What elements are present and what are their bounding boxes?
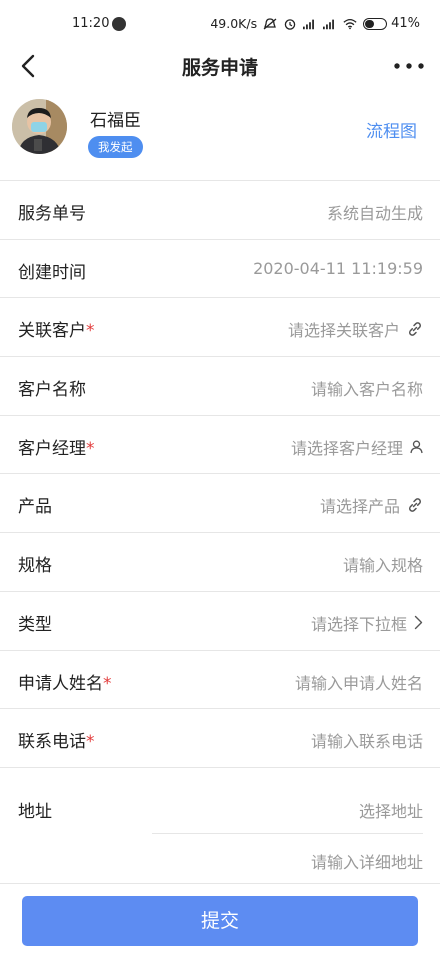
field-label: 客户名称 — [18, 380, 86, 401]
battery-percent: 41% — [391, 16, 420, 31]
required-mark: * — [86, 321, 95, 342]
link-icon — [409, 498, 421, 513]
specification-input[interactable]: 请输入规格 — [343, 552, 423, 576]
signal-hd-icon — [303, 19, 315, 29]
manager-select[interactable]: 请选择客户经理 — [291, 435, 423, 459]
battery-fill — [365, 19, 375, 28]
field-label: 创建时间 — [18, 262, 86, 283]
field-customer-name[interactable]: 客户名称 请输入客户名称 — [0, 357, 440, 416]
navigation-icon — [112, 17, 126, 31]
customer-name-input[interactable]: 请输入客户名称 — [311, 376, 423, 400]
field-type[interactable]: 类型 请选择下拉框 — [0, 592, 440, 651]
wifi-icon — [343, 18, 357, 29]
battery-indicator: 41% — [363, 16, 420, 31]
field-label: 规格 — [18, 556, 52, 577]
chevron-right-icon — [414, 616, 423, 630]
field-applicant-name[interactable]: 申请人姓名* 请输入申请人姓名 — [0, 651, 440, 710]
product-select[interactable]: 请选择产品 — [320, 493, 423, 517]
required-mark: * — [86, 438, 95, 459]
mute-icon — [263, 17, 277, 29]
address-detail-input[interactable]: 请输入详细地址 — [311, 849, 423, 873]
alarm-icon — [284, 18, 296, 30]
required-mark: * — [86, 732, 95, 753]
applicant-profile: 石福臣 我发起 流程图 — [0, 88, 440, 181]
status-time: 11:20 — [72, 16, 110, 31]
field-created-time: 创建时间 2020-04-11 11:19:59 — [0, 240, 440, 299]
field-service-number: 服务单号 系统自动生成 — [0, 181, 440, 240]
field-label: 产品 — [18, 497, 52, 518]
status-indicators: 49.0K/s 41% — [210, 16, 420, 31]
field-label: 关联客户* — [18, 321, 95, 342]
field-related-customer[interactable]: 关联客户* 请选择关联客户 — [0, 298, 440, 358]
service-request-form: 服务单号 系统自动生成 创建时间 2020-04-11 11:19:59 关联客… — [0, 181, 440, 884]
field-label: 服务单号 — [18, 204, 86, 224]
applicant-name: 石福臣 — [90, 111, 141, 131]
field-value: 2020-04-11 11:19:59 — [253, 258, 423, 278]
field-label: 类型 — [18, 614, 52, 635]
contact-phone-input[interactable]: 请输入联系电话 — [311, 728, 423, 752]
type-dropdown[interactable]: 请选择下拉框 — [311, 611, 423, 635]
status-bar: 11:20 49.0K/s 41% — [0, 0, 440, 50]
divider — [152, 832, 423, 834]
page-title: 服务申请 — [181, 57, 258, 79]
field-contact-phone[interactable]: 联系电话* 请输入联系电话 — [0, 709, 440, 768]
submit-button[interactable]: 提交 — [22, 896, 418, 946]
more-dots-icon[interactable] — [392, 54, 426, 78]
battery-icon — [363, 17, 388, 30]
bottom-bar: 提交 — [0, 886, 440, 953]
field-label: 申请人姓名* — [18, 673, 112, 694]
field-label: 客户经理* — [18, 438, 95, 459]
applicant-name-input[interactable]: 请输入申请人姓名 — [295, 670, 423, 694]
signal-icon — [323, 19, 335, 29]
field-address: 地址 选择地址 请输入详细地址 — [0, 768, 440, 884]
field-product[interactable]: 产品 请选择产品 — [0, 474, 440, 534]
nav-bar: 服务申请 — [0, 50, 440, 88]
field-specification[interactable]: 规格 请输入规格 — [0, 533, 440, 592]
required-mark: * — [103, 673, 112, 694]
person-icon — [410, 440, 423, 453]
customer-select[interactable]: 请选择关联客户 — [288, 317, 423, 341]
address-select[interactable]: 选择地址 — [359, 798, 423, 822]
field-account-manager[interactable]: 客户经理* 请选择客户经理 — [0, 416, 440, 475]
network-speed: 49.0K/s — [210, 16, 258, 31]
link-icon — [409, 322, 421, 337]
flowchart-link[interactable]: 流程图 — [366, 117, 417, 142]
field-label: 联系电话* — [18, 732, 95, 753]
field-label: 地址 — [18, 801, 52, 822]
field-value: 系统自动生成 — [326, 204, 423, 223]
status-badge: 我发起 — [88, 136, 143, 158]
avatar — [12, 99, 67, 154]
